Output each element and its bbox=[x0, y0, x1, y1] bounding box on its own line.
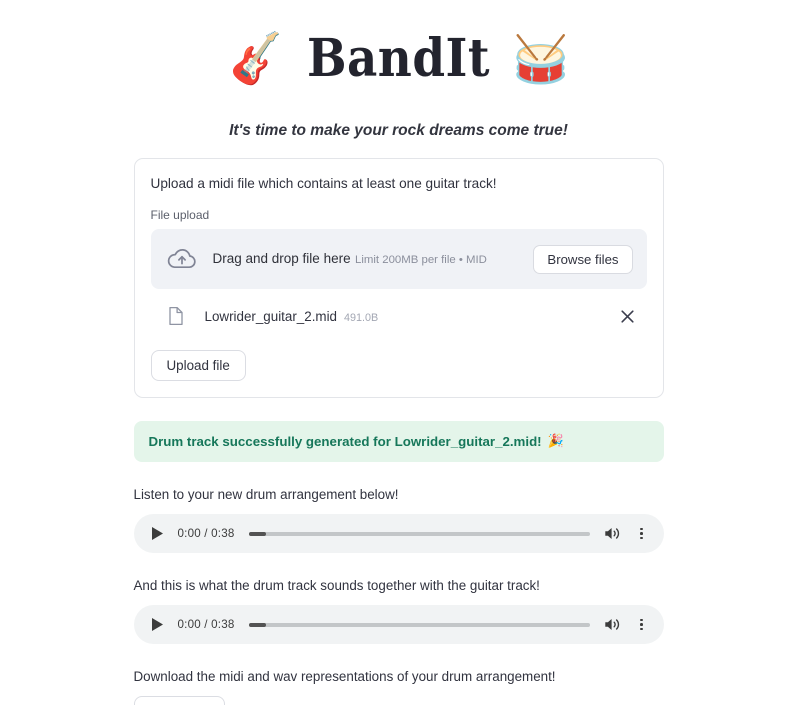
upload-card: Upload a midi file which contains at lea… bbox=[133, 158, 664, 398]
app-header: 🎸 BandIt 🥁 It's time to make your rock d… bbox=[0, 0, 797, 140]
remove-file-button[interactable] bbox=[615, 303, 641, 329]
download-section-text: Download the midi and wav representation… bbox=[133, 669, 556, 684]
mixed-player-progress-bar[interactable] bbox=[248, 622, 590, 627]
browse-files-button[interactable]: Browse files bbox=[533, 244, 633, 274]
party-popper-icon: 🎉 bbox=[547, 434, 564, 449]
mixed-player-progress-fill bbox=[248, 622, 266, 627]
app-page: 🎸 BandIt 🥁 It's time to make your rock d… bbox=[0, 0, 797, 705]
drum-player-time: 0:00 / 0:38 bbox=[177, 527, 235, 540]
dropzone-limit-text: Limit 200MB per file • MID bbox=[355, 253, 487, 266]
file-dropzone[interactable]: Drag and drop file here Limit 200MB per … bbox=[150, 229, 647, 289]
menu-dot bbox=[640, 527, 643, 531]
mixed-player-time: 0:00 / 0:38 bbox=[177, 618, 235, 631]
cloud-upload-icon bbox=[165, 242, 199, 276]
upload-button-wrapper: Upload file bbox=[150, 350, 647, 381]
drum-player-progress-fill bbox=[248, 531, 266, 536]
upload-file-button[interactable]: Upload file bbox=[150, 350, 246, 381]
success-alert-message: Drum track successfully generated for Lo… bbox=[148, 434, 542, 449]
drum-icon: 🥁 bbox=[512, 32, 570, 86]
uploaded-file-size: 491.0B bbox=[344, 311, 379, 324]
play-icon[interactable] bbox=[150, 526, 166, 542]
success-alert: Drum track successfully generated for Lo… bbox=[133, 421, 664, 462]
more-vertical-icon[interactable] bbox=[634, 525, 650, 543]
menu-dot bbox=[640, 618, 643, 622]
file-upload-label: File upload bbox=[150, 208, 210, 222]
page-subtitle: It's time to make your rock dreams come … bbox=[229, 122, 568, 139]
volume-high-icon[interactable] bbox=[604, 525, 622, 543]
volume-high-icon[interactable] bbox=[604, 616, 622, 634]
dropzone-main-text: Drag and drop file here bbox=[212, 250, 351, 266]
main-column: Upload a midi file which contains at lea… bbox=[133, 140, 664, 705]
menu-dot bbox=[640, 627, 643, 631]
page-title: BandIt bbox=[306, 28, 491, 89]
download-button[interactable]: Download bbox=[133, 696, 226, 705]
uploaded-file-meta: Lowrider_guitar_2.mid 491.0B bbox=[205, 309, 605, 324]
menu-dot bbox=[640, 532, 643, 535]
drum-audio-player[interactable]: 0:00 / 0:38 bbox=[133, 514, 664, 553]
mixed-audio-player[interactable]: 0:00 / 0:38 bbox=[133, 605, 664, 644]
uploaded-file-row: Lowrider_guitar_2.mid 491.0B bbox=[151, 293, 647, 339]
play-icon[interactable] bbox=[150, 617, 166, 633]
mixed-section-text: And this is what the drum track sounds t… bbox=[133, 578, 540, 593]
document-icon bbox=[165, 304, 187, 328]
more-vertical-icon[interactable] bbox=[634, 616, 650, 634]
title-row: 🎸 BandIt 🥁 bbox=[0, 14, 797, 104]
drum-player-progress-bar[interactable] bbox=[248, 531, 590, 536]
dropzone-text: Drag and drop file here Limit 200MB per … bbox=[213, 250, 520, 268]
download-button-wrapper: Download bbox=[133, 696, 664, 705]
guitar-icon: 🎸 bbox=[224, 28, 289, 90]
drum-section-text: Listen to your new drum arrangement belo… bbox=[133, 487, 399, 502]
menu-dot bbox=[640, 536, 643, 540]
upload-instructions: Upload a midi file which contains at lea… bbox=[150, 176, 497, 191]
menu-dot bbox=[640, 623, 643, 626]
uploaded-file-name: Lowrider_guitar_2.mid bbox=[204, 308, 338, 324]
